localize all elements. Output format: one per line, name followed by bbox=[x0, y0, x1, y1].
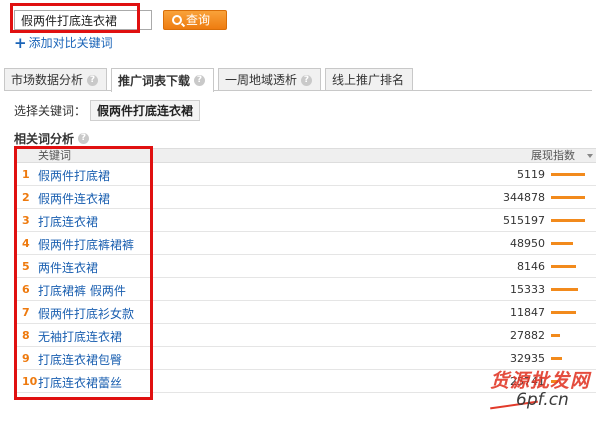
question-icon[interactable]: ? bbox=[301, 74, 313, 86]
rank-number: 6 bbox=[22, 283, 30, 296]
plus-icon: + bbox=[14, 33, 27, 52]
question-icon[interactable]: ? bbox=[87, 74, 99, 86]
keyword-link[interactable]: 打底连衣裙包臀 bbox=[38, 351, 122, 368]
table-row: 8 无袖打底连衣裙 27882 bbox=[14, 324, 596, 347]
keyword-link[interactable]: 假两件连衣裙 bbox=[38, 190, 110, 207]
magnifier-icon bbox=[172, 15, 182, 25]
search-input[interactable] bbox=[14, 10, 152, 30]
keyword-link[interactable]: 假两件打底裤裙裤 bbox=[38, 236, 134, 253]
tab-keyword-download[interactable]: 推广词表下载 ? bbox=[111, 68, 215, 92]
section-title-text: 相关词分析 bbox=[14, 132, 75, 146]
index-bar bbox=[551, 265, 576, 268]
header-keyword: 关键词 bbox=[38, 149, 71, 162]
index-value: 515197 bbox=[503, 214, 545, 227]
index-bar bbox=[551, 242, 573, 245]
index-bar bbox=[551, 380, 558, 383]
rank-number: 1 bbox=[22, 168, 30, 181]
add-compare-link[interactable]: + 添加对比关键词 bbox=[14, 34, 113, 51]
tab-online-ranking[interactable]: 线上推广排名 bbox=[325, 68, 414, 91]
index-bar bbox=[551, 173, 585, 176]
related-keywords-table: 关键词 展现指数 1 假两件打底裙 5119 2 假两件连衣裙 344878 3 打底连衣裙 5… bbox=[14, 148, 596, 421]
question-icon[interactable]: ? bbox=[194, 75, 206, 86]
rank-number: 10 bbox=[22, 375, 38, 388]
table-row: 7 假两件打底衫女款 11847 bbox=[14, 301, 596, 324]
index-bar bbox=[551, 311, 576, 314]
index-value: 48950 bbox=[510, 237, 545, 250]
select-keyword-label: 选择关键词： bbox=[14, 104, 87, 118]
keyword-link[interactable]: 假两件打底衫女款 bbox=[38, 305, 134, 322]
index-bar bbox=[551, 334, 560, 337]
keyword-link[interactable]: 假两件打底裙 bbox=[38, 167, 110, 184]
rank-number: 8 bbox=[22, 329, 30, 342]
keyword-link[interactable]: 无袖打底连衣裙 bbox=[38, 328, 122, 345]
table-row: 6 打底裙裤 假两件 15333 bbox=[14, 278, 596, 301]
rank-number: 3 bbox=[22, 214, 30, 227]
table-row: 1 假两件打底裙 5119 bbox=[14, 163, 596, 186]
tab-weekly-region[interactable]: 一周地域透析 ? bbox=[218, 68, 322, 91]
tab-bar: 市场数据分析 ? 推广词表下载 ? 一周地域透析 ? 线上推广排名 bbox=[4, 68, 417, 92]
select-keyword-row: 选择关键词： 假两件打底连衣裙 bbox=[14, 100, 201, 121]
index-value: 11847 bbox=[510, 306, 545, 319]
header-index[interactable]: 展现指数 bbox=[531, 149, 575, 163]
rank-number: 9 bbox=[22, 352, 30, 365]
search-button[interactable]: 查询 bbox=[163, 10, 227, 30]
keyword-link[interactable]: 两件连衣裙 bbox=[38, 259, 98, 276]
rank-number: 4 bbox=[22, 237, 30, 250]
table-header: 关键词 展现指数 bbox=[14, 148, 596, 163]
keyword-link[interactable]: 打底裙裤 假两件 bbox=[38, 282, 126, 299]
tab-label: 线上推广排名 bbox=[332, 73, 405, 87]
table-row: 9 打底连衣裙包臀 32935 bbox=[14, 347, 596, 370]
index-bar bbox=[551, 357, 562, 360]
index-value: 8146 bbox=[517, 260, 545, 273]
selected-keyword-chip[interactable]: 假两件打底连衣裙 bbox=[90, 100, 201, 121]
tab-label: 推广词表下载 bbox=[118, 73, 191, 88]
index-value: 32935 bbox=[510, 352, 545, 365]
question-icon[interactable]: ? bbox=[78, 133, 90, 144]
table-row: 2 假两件连衣裙 344878 bbox=[14, 186, 596, 209]
table-row: 4 假两件打底裤裙裤 48950 bbox=[14, 232, 596, 255]
index-bar bbox=[551, 196, 585, 199]
tab-divider bbox=[4, 90, 592, 91]
search-button-label: 查询 bbox=[186, 13, 211, 27]
section-title: 相关词分析 ? bbox=[14, 130, 90, 147]
index-value: 344878 bbox=[503, 191, 545, 204]
table-row: 3 打底连衣裙 515197 bbox=[14, 209, 596, 232]
table-row: 5 两件连衣裙 8146 bbox=[14, 255, 596, 278]
index-bar bbox=[551, 219, 585, 222]
rank-number: 7 bbox=[22, 306, 30, 319]
index-bar bbox=[551, 288, 578, 291]
keyword-link[interactable]: 打底连衣裙蕾丝 bbox=[38, 374, 122, 391]
add-compare-label: 添加对比关键词 bbox=[28, 36, 113, 50]
index-value: 27882 bbox=[510, 329, 545, 342]
keyword-link[interactable]: 打底连衣裙 bbox=[38, 213, 98, 230]
tab-label: 市场数据分析 bbox=[11, 73, 84, 87]
tab-label: 一周地域透析 bbox=[225, 73, 298, 87]
tab-market-data[interactable]: 市场数据分析 ? bbox=[4, 68, 108, 91]
rank-number: 5 bbox=[22, 260, 30, 273]
rank-number: 2 bbox=[22, 191, 30, 204]
table-footer bbox=[14, 393, 596, 421]
table-body: 1 假两件打底裙 5119 2 假两件连衣裙 344878 3 打底连衣裙 515197 4 假两件… bbox=[14, 163, 596, 393]
index-value: 5119 bbox=[517, 168, 545, 181]
index-value: 25741 bbox=[510, 375, 545, 388]
table-row: 10 打底连衣裙蕾丝 25741 bbox=[14, 370, 596, 393]
index-value: 15333 bbox=[510, 283, 545, 296]
sort-arrow-icon[interactable] bbox=[587, 154, 593, 158]
